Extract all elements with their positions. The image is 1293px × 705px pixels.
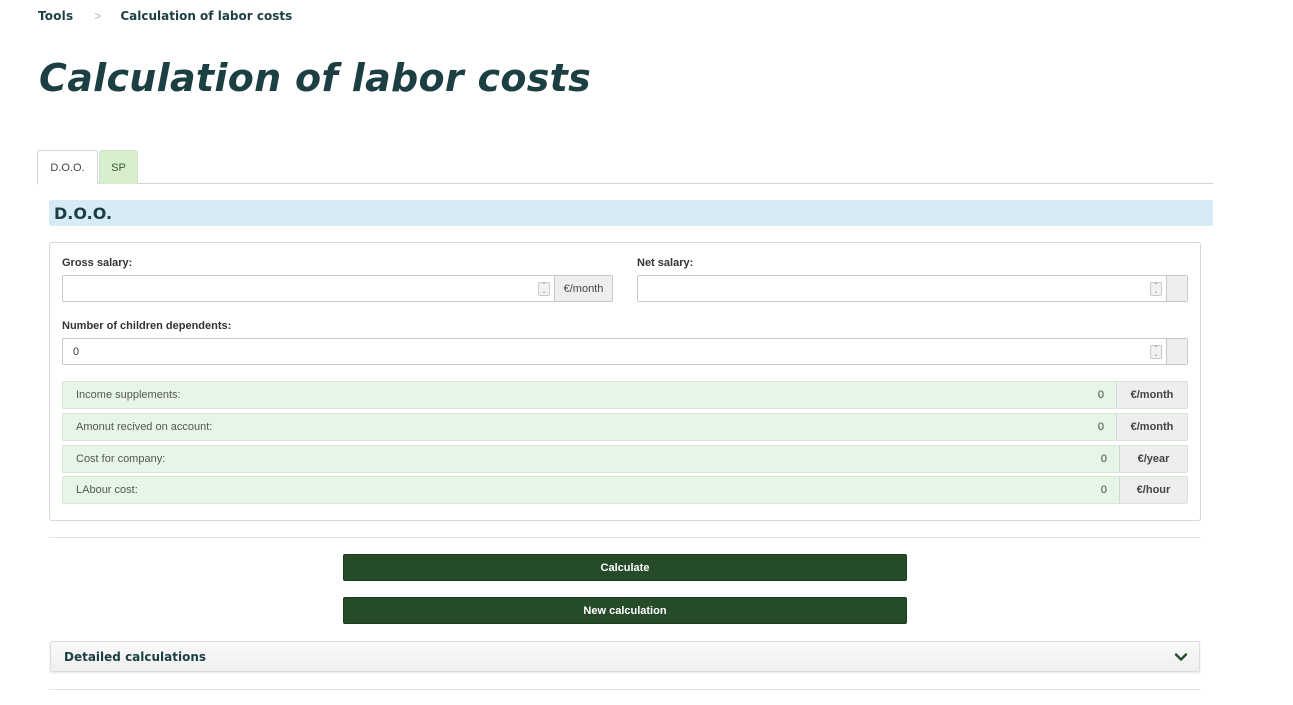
net-salary-input[interactable]	[638, 276, 1146, 301]
children-stepper[interactable]: ⌃ ⌄	[1146, 339, 1166, 364]
result-amount-received: Amonut recived on account: 0 €/month	[62, 413, 1188, 441]
result-value: 0	[1100, 453, 1107, 465]
gross-salary-unit: €/month	[554, 276, 612, 301]
gross-salary-field: ⌃ ⌄ €/month	[62, 275, 613, 302]
breadcrumb: Tools > Calculation of labor costs	[38, 9, 292, 23]
result-unit: €/hour	[1119, 477, 1187, 503]
children-field: ⌃⌄	[62, 338, 1188, 365]
detailed-calculations-accordion[interactable]: Detailed calculations	[50, 641, 1200, 672]
divider	[49, 537, 1201, 538]
result-value: 0	[1100, 484, 1107, 496]
gross-salary-input[interactable]	[63, 276, 534, 301]
accordion-title: Detailed calculations	[64, 649, 207, 664]
result-label: LAbour cost:	[76, 484, 138, 496]
section-title: D.O.O.	[49, 200, 1213, 226]
result-labour-cost: LAbour cost: 0 €/hour	[62, 476, 1188, 504]
result-unit: €/month	[1116, 414, 1187, 440]
net-salary-label: Net salary:	[637, 257, 694, 269]
gross-salary-label: Gross salary:	[62, 257, 133, 269]
page-title: Calculation of labor costs	[39, 56, 592, 100]
net-salary-field: ⌃ ⌄	[637, 275, 1188, 302]
children-input[interactable]	[63, 339, 1146, 364]
result-unit: €/year	[1119, 446, 1187, 472]
chevron-down-icon	[1174, 652, 1188, 661]
net-salary-stepper[interactable]: ⌃ ⌄	[1146, 276, 1166, 301]
result-cost-for-company: Cost for company: 0 €/year	[62, 445, 1188, 473]
result-label: Cost for company:	[76, 453, 166, 465]
result-label: Amonut recived on account:	[76, 421, 213, 433]
tab-doo[interactable]: D.O.O.	[37, 150, 98, 185]
result-value: 0	[1097, 421, 1104, 433]
result-value: 0	[1097, 389, 1104, 401]
result-income-supplements: Income supplements: 0 €/month	[62, 381, 1188, 409]
calculate-button[interactable]: Calculate	[343, 554, 907, 581]
tab-sp[interactable]: SP	[99, 150, 138, 184]
children-label: Number of children dependents:	[62, 320, 232, 332]
divider	[49, 689, 1201, 690]
breadcrumb-tools-link[interactable]: Tools	[38, 9, 73, 23]
net-salary-unit	[1166, 276, 1187, 301]
breadcrumb-current: Calculation of labor costs	[120, 9, 293, 23]
chevron-down-icon: ⌄	[541, 288, 547, 295]
chevron-down-icon: ⌄	[1153, 288, 1159, 295]
breadcrumb-separator: >	[94, 9, 102, 23]
chevron-down-icon: ⌄	[1153, 351, 1159, 358]
result-label: Income supplements:	[76, 389, 181, 401]
result-unit: €/month	[1116, 382, 1187, 408]
new-calculation-button[interactable]: New calculation	[343, 597, 907, 624]
gross-salary-stepper[interactable]: ⌃ ⌄	[534, 276, 554, 301]
tab-bar: D.O.O. SP	[37, 150, 1213, 185]
children-unit	[1166, 339, 1187, 364]
